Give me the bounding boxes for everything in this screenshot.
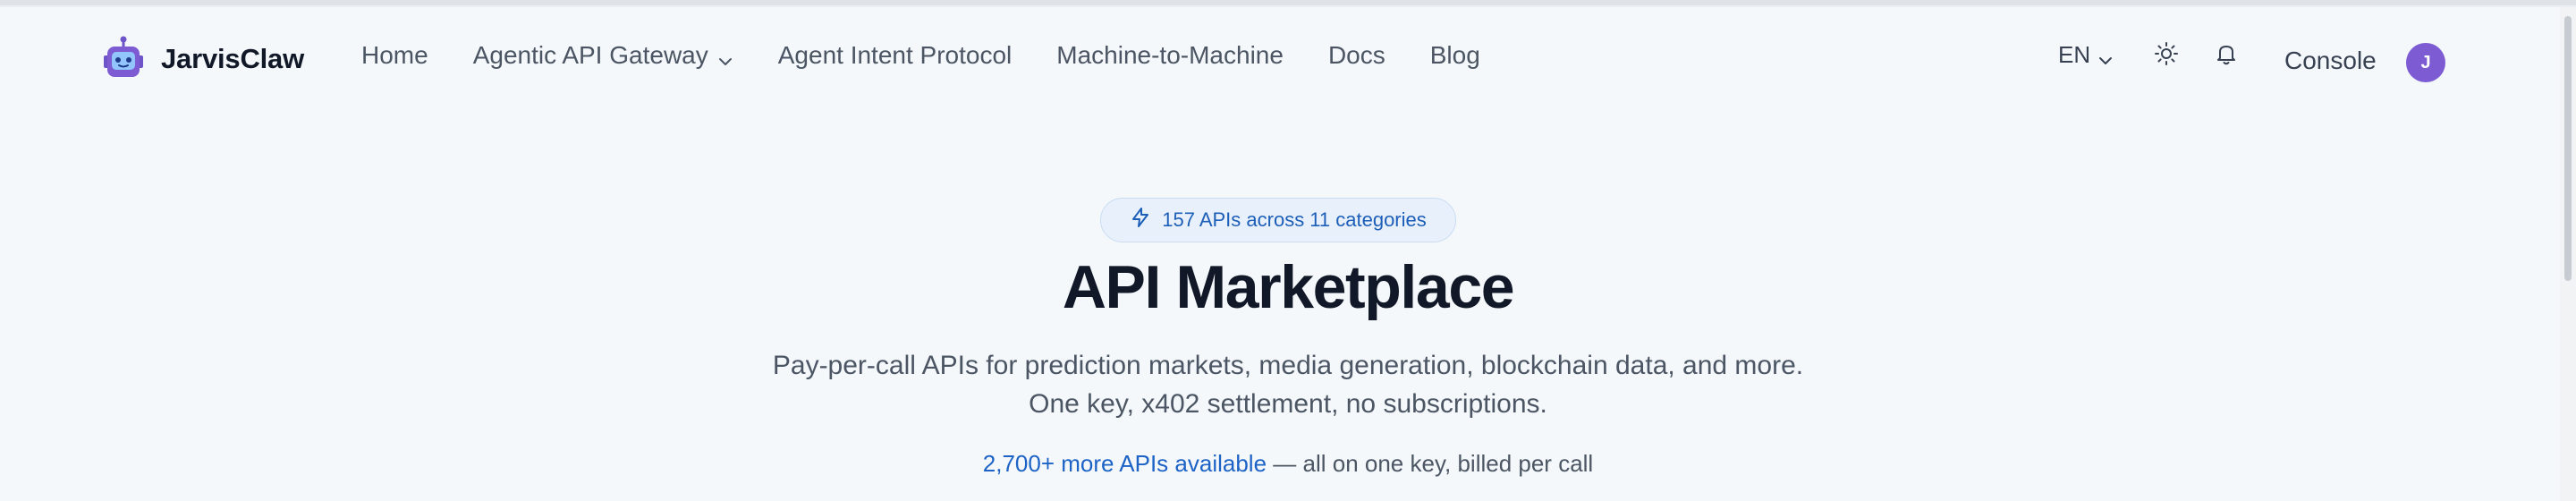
page-title: API Marketplace bbox=[1062, 253, 1515, 321]
nav-docs[interactable]: Docs bbox=[1328, 41, 1385, 70]
scrollbar-thumb[interactable] bbox=[2564, 16, 2572, 281]
lightning-icon bbox=[1130, 207, 1162, 234]
language-label: EN bbox=[2058, 41, 2091, 68]
more-apis-link[interactable]: 2,700+ more APIs available bbox=[983, 450, 1267, 477]
more-apis-line: 2,700+ more APIs available — all on one … bbox=[0, 450, 2576, 478]
nav-blog[interactable]: Blog bbox=[1430, 41, 1480, 70]
brand-name: JarvisClaw bbox=[161, 43, 304, 74]
page-scrollbar[interactable] bbox=[2560, 7, 2576, 501]
sun-icon bbox=[2153, 40, 2180, 70]
main-nav: Home Agentic API Gateway Agent Intent Pr… bbox=[361, 41, 1525, 70]
nav-machine-to-machine[interactable]: Machine-to-Machine bbox=[1056, 41, 1284, 70]
hero-subtitle-line-1: Pay-per-call APIs for prediction markets… bbox=[772, 351, 1804, 380]
avatar[interactable]: J bbox=[2406, 43, 2445, 82]
bell-icon bbox=[2213, 40, 2240, 70]
robot-logo-icon bbox=[100, 36, 147, 82]
chevron-down-icon bbox=[717, 47, 733, 65]
nav-agentic-api-gateway[interactable]: Agentic API Gateway bbox=[473, 41, 733, 70]
nav-agent-intent-protocol[interactable]: Agent Intent Protocol bbox=[778, 41, 1013, 70]
home-logo-link[interactable]: JarvisClaw bbox=[100, 34, 304, 84]
nav-home[interactable]: Home bbox=[361, 41, 428, 70]
site-header: JarvisClaw Home Agentic API Gateway Agen… bbox=[0, 7, 2560, 106]
notifications-button[interactable] bbox=[2211, 39, 2241, 70]
console-link[interactable]: Console bbox=[2284, 47, 2377, 75]
hero-subtitle-line-2: One key, x402 settlement, no subscriptio… bbox=[1029, 389, 1547, 419]
more-apis-suffix: — all on one key, billed per call bbox=[1267, 450, 1594, 477]
language-selector[interactable]: EN bbox=[2058, 41, 2114, 69]
theme-toggle-button[interactable] bbox=[2151, 39, 2182, 70]
chevron-down-icon bbox=[2097, 47, 2114, 64]
api-count-badge: 157 APIs across 11 categories bbox=[1100, 198, 1456, 242]
nav-agentic-api-gateway-label: Agentic API Gateway bbox=[472, 41, 708, 69]
api-count-text: 157 APIs across 11 categories bbox=[1162, 208, 1427, 231]
